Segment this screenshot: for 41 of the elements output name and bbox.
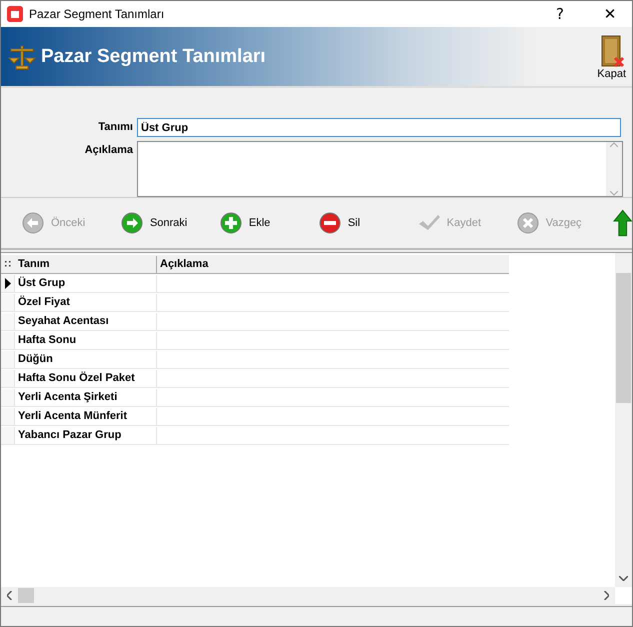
scroll-thumb[interactable] xyxy=(616,273,631,403)
up-arrow-icon[interactable] xyxy=(612,209,632,237)
scroll-right-icon[interactable] xyxy=(604,591,609,600)
field-label: Tanımı xyxy=(97,120,133,135)
table-cell: Yerli Acenta Münferit xyxy=(15,408,157,424)
add-button[interactable]: Ekle xyxy=(218,211,318,235)
add-icon xyxy=(218,211,243,235)
description-field[interactable] xyxy=(137,141,623,197)
prev-icon xyxy=(21,211,45,235)
table-cell: Hafta Sonu Özel Paket xyxy=(15,370,157,386)
table-cell: Hafta Sonu xyxy=(15,332,157,348)
close-button[interactable]: Kapat xyxy=(597,34,626,80)
column-header[interactable]: Açıklama xyxy=(157,256,509,272)
vertical-scrollbar[interactable] xyxy=(615,253,632,587)
delete-icon xyxy=(318,211,342,235)
field-label: Açıklama xyxy=(84,143,133,158)
next-button[interactable]: Sonraki xyxy=(120,211,219,235)
table-cell: Özel Fiyat xyxy=(15,294,157,310)
horizontal-scrollbar[interactable] xyxy=(1,587,615,604)
close-button[interactable]: ✕ xyxy=(588,4,632,24)
door-icon xyxy=(598,34,625,68)
scroll-down-icon[interactable] xyxy=(619,576,628,581)
cancel-icon xyxy=(516,211,540,235)
scroll-left-icon[interactable] xyxy=(7,591,12,600)
grip-icon xyxy=(5,261,11,267)
help-button[interactable]: ? xyxy=(538,4,582,24)
row-indicator[interactable] xyxy=(1,274,15,292)
row-pointer-icon xyxy=(4,278,10,288)
column-header[interactable]: Tanım xyxy=(15,256,157,272)
table-cell: Üst Grup xyxy=(15,274,157,292)
table-cell: Seyahat Acentası xyxy=(15,312,157,330)
delete-button[interactable]: Sil xyxy=(318,211,417,235)
next-icon xyxy=(120,211,144,235)
window-title: Pazar Segment Tanımları xyxy=(29,7,166,21)
scroll-up-icon[interactable] xyxy=(610,142,618,147)
table-cell: Yerli Acenta Şirketi xyxy=(15,388,157,406)
app-icon xyxy=(7,6,23,22)
page-title: Pazar Segment Tanımları xyxy=(41,46,267,68)
table-cell: Düğün xyxy=(15,350,157,368)
scroll-thumb[interactable] xyxy=(18,588,34,603)
table-cell: Yabancı Pazar Grup xyxy=(15,426,157,444)
